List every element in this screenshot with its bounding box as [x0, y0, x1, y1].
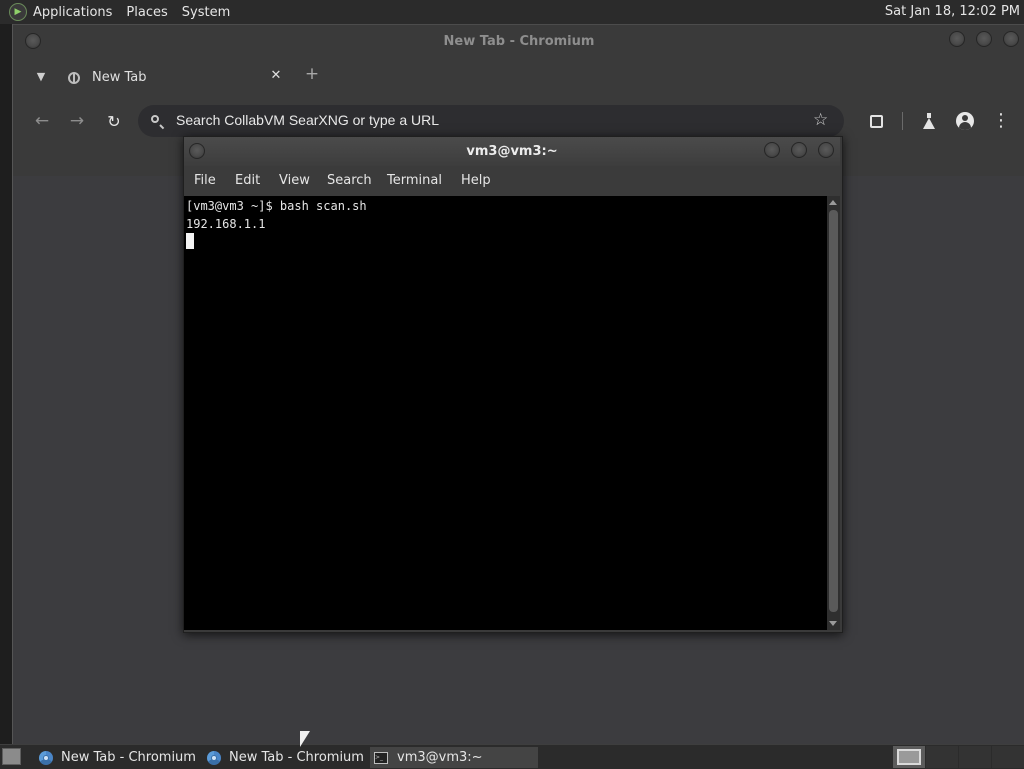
tab-strip: ▼ New Tab ✕ + — [13, 58, 1024, 102]
workspace-1[interactable] — [893, 746, 925, 768]
show-desktop-icon[interactable] — [2, 748, 21, 765]
top-panel: ▶ Applications Places System Sat Jan 18,… — [0, 0, 1024, 24]
menu-search[interactable]: Search — [327, 173, 372, 188]
flask-icon[interactable] — [916, 108, 942, 134]
terminal-scrollbar[interactable] — [827, 196, 840, 630]
mouse-pointer-icon — [300, 731, 310, 747]
taskbar-item-label: New Tab - Chromium — [61, 750, 196, 765]
puzzle-icon[interactable] — [863, 108, 889, 134]
workspace-2[interactable] — [926, 746, 958, 768]
taskbar-item-terminal[interactable]: >_ vm3@vm3:~ — [370, 747, 538, 768]
back-arrow-icon[interactable]: ← — [29, 108, 55, 134]
forward-arrow-icon[interactable]: → — [64, 108, 90, 134]
panel-clock[interactable]: Sat Jan 18, 12:02 PM — [885, 4, 1020, 19]
scroll-down-arrow-icon[interactable] — [829, 621, 837, 626]
desktop-background — [0, 24, 12, 744]
chromium-icon — [207, 750, 221, 765]
menu-terminal[interactable]: Terminal — [387, 173, 442, 188]
taskbar-item-chromium-1[interactable]: New Tab - Chromium — [36, 747, 196, 768]
terminal-line: [vm3@vm3 ~]$ bash scan.sh — [186, 199, 367, 213]
terminal-line: 192.168.1.1 — [186, 217, 266, 231]
terminal-icon: >_ — [374, 751, 388, 764]
toolbar-separator — [902, 112, 903, 130]
applications-menu[interactable]: Applications — [33, 5, 112, 20]
new-tab-plus-icon[interactable]: + — [303, 65, 321, 83]
bottom-taskbar: New Tab - Chromium New Tab - Chromium >_… — [0, 744, 1024, 769]
tab-search-chevron-icon[interactable]: ▼ — [31, 66, 51, 86]
places-menu[interactable]: Places — [126, 5, 167, 20]
terminal-window: vm3@vm3:~ File Edit View Search Terminal… — [183, 136, 843, 633]
taskbar-item-chromium-2[interactable]: New Tab - Chromium — [204, 747, 364, 768]
terminal-menubar: File Edit View Search Terminal Help — [184, 166, 840, 196]
omnibox-placeholder[interactable]: Search CollabVM SearXNG or type a URL — [176, 112, 439, 128]
menu-edit[interactable]: Edit — [235, 173, 260, 188]
kebab-menu-icon[interactable]: ⋮ — [988, 108, 1014, 134]
minimize-button[interactable] — [764, 142, 780, 158]
terminal-output[interactable]: [vm3@vm3 ~]$ bash scan.sh 192.168.1.1 — [184, 196, 827, 630]
menu-file[interactable]: File — [194, 173, 216, 188]
tab-new-tab[interactable]: New Tab ✕ — [57, 62, 295, 98]
tab-title: New Tab — [92, 70, 147, 85]
search-icon — [151, 115, 159, 123]
taskbar-item-label: New Tab - Chromium — [229, 750, 364, 765]
maximize-button[interactable] — [976, 31, 992, 47]
scrollbar-thumb[interactable] — [829, 210, 838, 612]
distro-logo-icon[interactable]: ▶ — [9, 3, 27, 21]
chromium-icon — [39, 750, 53, 765]
bookmark-star-icon[interactable]: ☆ — [813, 110, 828, 130]
system-menu[interactable]: System — [182, 5, 230, 20]
chromium-window-title: New Tab - Chromium — [443, 34, 595, 49]
tab-close-icon[interactable]: ✕ — [268, 68, 284, 84]
close-button[interactable] — [818, 142, 834, 158]
chromium-titlebar[interactable]: New Tab - Chromium — [13, 24, 1024, 59]
menu-view[interactable]: View — [279, 173, 310, 188]
taskbar-item-label: vm3@vm3:~ — [397, 750, 483, 765]
reload-icon[interactable]: ↻ — [101, 108, 127, 134]
avatar-icon[interactable] — [952, 108, 978, 134]
browser-toolbar: ← → ↻ Search CollabVM SearXNG or type a … — [13, 102, 1024, 140]
maximize-button[interactable] — [791, 142, 807, 158]
scroll-up-arrow-icon[interactable] — [829, 200, 837, 205]
workspace-3[interactable] — [959, 746, 991, 768]
close-button[interactable] — [1003, 31, 1019, 47]
terminal-cursor — [186, 233, 194, 249]
terminal-titlebar[interactable]: vm3@vm3:~ — [184, 137, 840, 166]
omnibox[interactable]: Search CollabVM SearXNG or type a URL ☆ — [138, 105, 844, 137]
workspace-4[interactable] — [992, 746, 1024, 768]
terminal-window-title: vm3@vm3:~ — [466, 144, 558, 159]
globe-icon — [68, 72, 80, 84]
workspace-1-preview — [897, 749, 921, 765]
menu-help[interactable]: Help — [461, 173, 491, 188]
minimize-button[interactable] — [949, 31, 965, 47]
